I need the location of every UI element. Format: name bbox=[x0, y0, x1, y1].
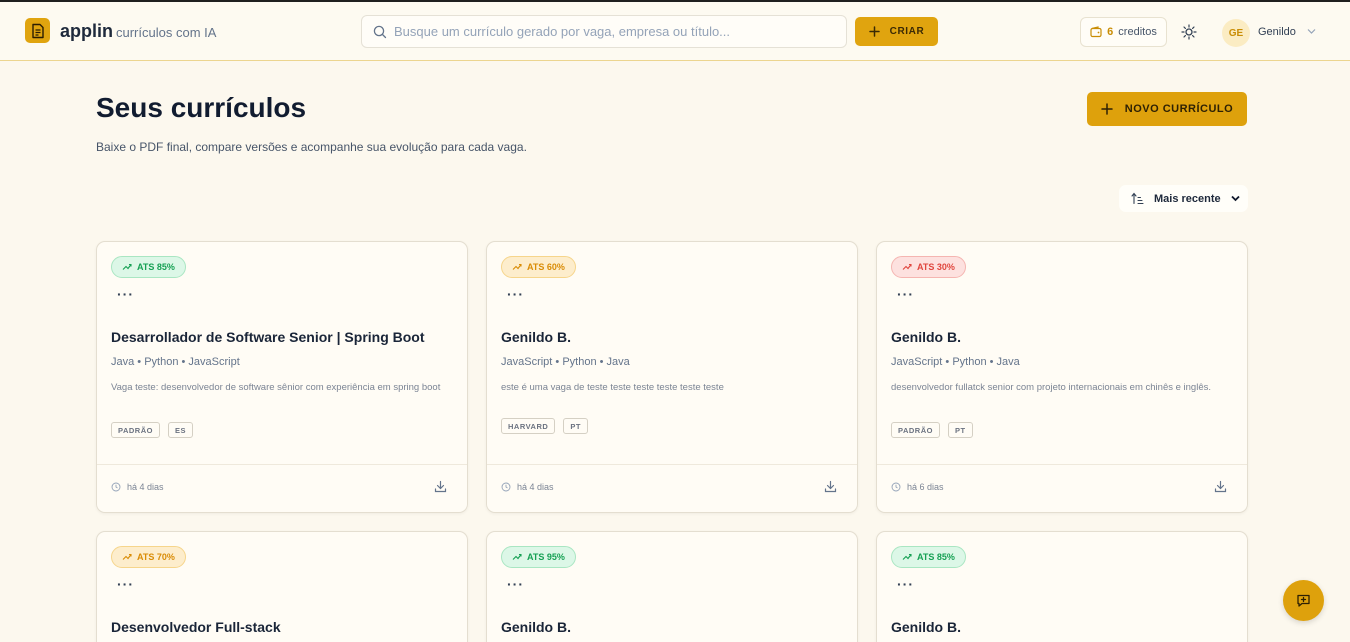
clock-icon bbox=[111, 482, 121, 492]
card-timestamp: há 6 dias bbox=[891, 482, 944, 492]
card-title[interactable]: Genildo B. bbox=[501, 619, 571, 635]
download-icon[interactable] bbox=[824, 480, 837, 493]
chevron-down-icon bbox=[1231, 195, 1240, 202]
ats-score-badge: ATS 30% bbox=[891, 256, 966, 278]
search-icon bbox=[373, 25, 387, 39]
card-title[interactable]: Genildo B. bbox=[891, 619, 961, 635]
language-tag: ES bbox=[167, 422, 193, 438]
resume-card[interactable]: ATS 70% ··· Desenvolvedor Full-stack bbox=[96, 531, 468, 642]
trending-up-icon bbox=[902, 263, 912, 270]
top-bar: applin currículos com IA CRIAR 6 credito… bbox=[0, 2, 1350, 61]
sort-icon bbox=[1131, 192, 1144, 205]
ats-score-badge: ATS 95% bbox=[501, 546, 576, 568]
card-skills: JavaScript • Python • Java bbox=[501, 356, 630, 368]
trending-up-icon bbox=[122, 553, 132, 560]
wallet-icon bbox=[1090, 26, 1102, 38]
template-tag: PADRÃO bbox=[111, 422, 160, 438]
ats-score-text: ATS 85% bbox=[137, 262, 175, 272]
ats-score-badge: ATS 60% bbox=[501, 256, 576, 278]
credits-count: 6 bbox=[1107, 26, 1114, 38]
card-time-text: há 4 dias bbox=[127, 482, 164, 492]
card-description: Vaga teste: desenvolvedor de software sê… bbox=[111, 382, 441, 393]
card-title[interactable]: Desenvolvedor Full-stack bbox=[111, 619, 281, 635]
template-tag: HARVARD bbox=[501, 418, 556, 434]
brand-name[interactable]: applin bbox=[60, 21, 113, 42]
clock-icon bbox=[891, 482, 901, 492]
card-title[interactable]: Genildo B. bbox=[891, 329, 961, 345]
card-time-text: há 4 dias bbox=[517, 482, 554, 492]
chat-plus-icon bbox=[1297, 594, 1310, 607]
card-tags: PADRÃO PT bbox=[891, 422, 973, 438]
trending-up-icon bbox=[512, 263, 522, 270]
sun-icon[interactable] bbox=[1181, 24, 1197, 40]
trending-up-icon bbox=[512, 553, 522, 560]
card-description: desenvolvedor fullatck senior com projet… bbox=[891, 382, 1212, 393]
card-tags: PADRÃO ES bbox=[111, 422, 193, 438]
avatar[interactable]: GE bbox=[1222, 19, 1250, 47]
resume-card[interactable]: ATS 95% ··· Genildo B. bbox=[486, 531, 858, 642]
plus-icon bbox=[868, 26, 880, 37]
card-time-text: há 6 dias bbox=[907, 482, 944, 492]
card-footer: há 6 dias bbox=[877, 464, 1247, 512]
ats-score-text: ATS 60% bbox=[527, 262, 565, 272]
chat-fab-button[interactable] bbox=[1283, 580, 1324, 621]
resume-card[interactable]: ATS 85% ··· Genildo B. bbox=[876, 531, 1248, 642]
ats-score-text: ATS 85% bbox=[917, 552, 955, 562]
ats-score-badge: ATS 70% bbox=[111, 546, 186, 568]
resume-card[interactable]: ATS 85% ··· Desarrollador de Software Se… bbox=[96, 241, 468, 513]
language-tag: PT bbox=[563, 418, 588, 434]
more-horizontal-icon[interactable]: ··· bbox=[897, 286, 914, 302]
create-button-label: CRIAR bbox=[889, 26, 925, 37]
ats-score-text: ATS 95% bbox=[527, 552, 565, 562]
sort-dropdown[interactable]: Mais recente bbox=[1119, 185, 1248, 212]
card-skills: Java • Python • JavaScript bbox=[111, 356, 240, 368]
card-description: este é uma vaga de teste teste teste tes… bbox=[501, 382, 724, 393]
card-footer: há 4 dias bbox=[487, 464, 857, 512]
resume-card[interactable]: ATS 30% ··· Genildo B. JavaScript • Pyth… bbox=[876, 241, 1248, 513]
brand-tagline: currículos com IA bbox=[116, 25, 217, 40]
page-title: Seus currículos bbox=[96, 92, 307, 123]
ats-score-text: ATS 30% bbox=[917, 262, 955, 272]
ats-score-badge: ATS 85% bbox=[111, 256, 186, 278]
user-name[interactable]: Genildo bbox=[1258, 26, 1296, 38]
card-skills: JavaScript • Python • Java bbox=[891, 356, 1020, 368]
more-horizontal-icon[interactable]: ··· bbox=[897, 576, 914, 592]
credits-badge[interactable]: 6 creditos bbox=[1080, 17, 1167, 47]
more-horizontal-icon[interactable]: ··· bbox=[507, 286, 524, 302]
ats-score-badge: ATS 85% bbox=[891, 546, 966, 568]
chevron-down-icon[interactable] bbox=[1307, 28, 1316, 35]
search-input[interactable] bbox=[394, 16, 834, 47]
download-icon[interactable] bbox=[1214, 480, 1227, 493]
resume-card[interactable]: ATS 60% ··· Genildo B. JavaScript • Pyth… bbox=[486, 241, 858, 513]
template-tag: PADRÃO bbox=[891, 422, 940, 438]
plus-icon bbox=[1101, 103, 1113, 115]
ats-score-text: ATS 70% bbox=[137, 552, 175, 562]
logo[interactable] bbox=[25, 18, 50, 43]
new-resume-button[interactable]: NOVO CURRÍCULO bbox=[1087, 92, 1247, 126]
new-resume-label: NOVO CURRÍCULO bbox=[1124, 103, 1234, 115]
clock-icon bbox=[501, 482, 511, 492]
page-subtitle: Baixe o PDF final, compare versões e aco… bbox=[96, 140, 527, 154]
more-horizontal-icon[interactable]: ··· bbox=[117, 286, 134, 302]
document-icon bbox=[31, 23, 44, 38]
language-tag: PT bbox=[947, 422, 973, 438]
trending-up-icon bbox=[902, 553, 912, 560]
credits-label: creditos bbox=[1118, 26, 1157, 38]
card-tags: HARVARD PT bbox=[501, 418, 588, 434]
search-box[interactable] bbox=[361, 15, 847, 48]
download-icon[interactable] bbox=[434, 480, 447, 493]
create-button[interactable]: CRIAR bbox=[855, 17, 938, 46]
card-title[interactable]: Desarrollador de Software Senior | Sprin… bbox=[111, 329, 425, 345]
card-timestamp: há 4 dias bbox=[111, 482, 164, 492]
card-title[interactable]: Genildo B. bbox=[501, 329, 571, 345]
trending-up-icon bbox=[122, 263, 132, 270]
sort-label: Mais recente bbox=[1154, 192, 1221, 205]
avatar-initials: GE bbox=[1228, 27, 1244, 39]
card-footer: há 4 dias bbox=[97, 464, 467, 512]
card-timestamp: há 4 dias bbox=[501, 482, 554, 492]
more-horizontal-icon[interactable]: ··· bbox=[117, 576, 134, 592]
more-horizontal-icon[interactable]: ··· bbox=[507, 576, 524, 592]
